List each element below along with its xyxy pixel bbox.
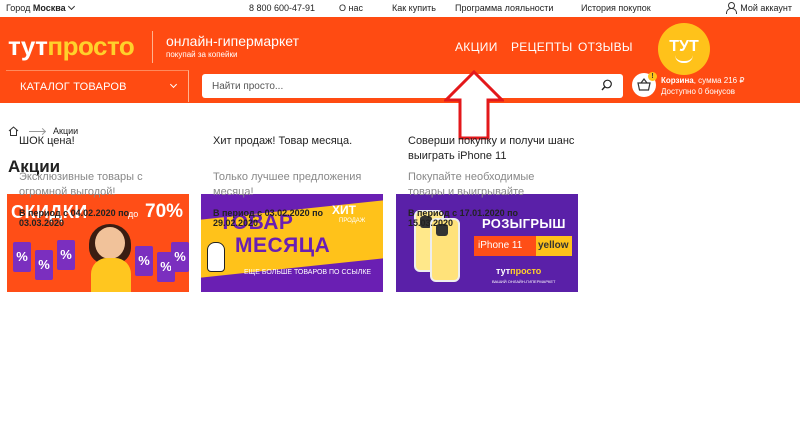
pointer-hand-icon xyxy=(207,242,225,272)
tagline: онлайн-гипермаркет покупай за копейки xyxy=(166,33,299,59)
logo[interactable]: тутпросто xyxy=(8,31,135,62)
banner-more: ЕЩЕ БОЛЬШЕ ТОВАРОВ ПО ССЫЛКЕ xyxy=(244,269,372,276)
shopping-bag-icon: % xyxy=(13,242,31,272)
cart-bonus: Доступно 0 бонусов xyxy=(661,87,735,96)
arrow-up-icon xyxy=(444,70,504,140)
chevron-down-icon xyxy=(169,80,178,89)
link-loyalty[interactable]: Программа лояльности xyxy=(455,3,553,13)
tagline-sub: покупай за копейки xyxy=(166,50,238,59)
catalog-button[interactable]: КАТАЛОГ ТОВАРОВ xyxy=(6,70,189,102)
arrow-right-icon xyxy=(29,130,45,132)
shopping-bag-icon: % xyxy=(35,250,53,280)
top-bar: Город Москва 8 800 600-47-91 О нас Как к… xyxy=(0,0,800,17)
woman-body xyxy=(91,258,131,292)
city-selector[interactable]: Город Москва xyxy=(6,2,75,13)
search-icon[interactable] xyxy=(601,79,613,91)
logo-divider xyxy=(152,31,153,63)
search-input[interactable] xyxy=(212,79,592,93)
search-box xyxy=(202,74,623,98)
phone-link[interactable]: 8 800 600-47-91 xyxy=(249,3,315,13)
card-description: Эксклюзивные товары с огромной выгодой! xyxy=(19,171,143,198)
woman-face xyxy=(95,227,125,259)
card-description: Покупайте необходимые товары и выигрывай… xyxy=(408,171,535,198)
card-period: В период с 04.02.2020 по 03.03.2020 xyxy=(19,208,130,228)
account-label: Мой аккаунт xyxy=(740,2,792,13)
card-title[interactable]: Хит продаж! Товар месяца. xyxy=(213,134,383,149)
card-description: Только лучшее предложения месяца! xyxy=(213,171,362,198)
link-history[interactable]: История покупок xyxy=(581,3,651,13)
shopping-bag-icon: % xyxy=(135,246,153,276)
chevron-down-icon xyxy=(67,2,75,11)
cart-count-badge: ! xyxy=(648,72,657,81)
cart-sum: , сумма 216 ₽ xyxy=(693,76,745,85)
banner-logo: тутпросто xyxy=(496,266,541,276)
prize-name: iPhone 11 xyxy=(478,240,523,251)
prize-color: yellow xyxy=(538,240,569,251)
tut-badge[interactable]: ТУТ xyxy=(658,23,710,75)
user-icon xyxy=(726,2,738,14)
home-icon[interactable] xyxy=(8,126,19,136)
logo-main: тут xyxy=(8,31,48,61)
banner-logo-main: тут xyxy=(496,266,511,276)
card-title[interactable]: ШОК цена! xyxy=(19,134,189,149)
account-link[interactable]: Мой аккаунт xyxy=(726,2,792,14)
city-label: Город xyxy=(6,3,31,13)
banner-logo-tag: ВАШИЙ ОНЛАЙН-ГИПЕРМАРКЕТ xyxy=(492,279,556,284)
city-value: Москва xyxy=(32,3,66,13)
tagline-main: онлайн-гипермаркет xyxy=(166,33,299,49)
cart-label: Корзина xyxy=(661,76,694,85)
tut-badge-label: ТУТ xyxy=(669,38,699,55)
link-how-to-buy[interactable]: Как купить xyxy=(392,3,436,13)
card-title[interactable]: Соверши покупку и получи шанс выиграть i… xyxy=(408,134,578,164)
shopping-bag-icon: % xyxy=(171,242,189,272)
cart-summary[interactable]: Корзина, сумма 216 ₽ Доступно 0 бонусов xyxy=(661,75,744,97)
card-period: В период с 03.02.2020 по 29.02.2020 xyxy=(213,208,324,228)
banner-line2: МЕСЯЦА xyxy=(235,234,331,257)
smile-icon xyxy=(675,55,693,63)
logo-accent: просто xyxy=(47,31,135,61)
shopping-bag-icon: % xyxy=(57,240,75,270)
card-period: В период с 17.01.2020 по 15.03.2020 xyxy=(408,208,519,228)
site-header: тутпросто онлайн-гипермаркет покупай за … xyxy=(0,17,800,103)
catalog-label: КАТАЛОГ ТОВАРОВ xyxy=(20,81,127,93)
link-about[interactable]: О нас xyxy=(339,3,363,13)
banner-logo-accent: просто xyxy=(510,266,542,276)
nav-promotions[interactable]: АКЦИИ xyxy=(455,40,498,54)
nav-reviews[interactable]: ОТЗЫВЫ xyxy=(578,40,633,54)
nav-recipes[interactable]: РЕЦЕПТЫ xyxy=(511,40,573,54)
